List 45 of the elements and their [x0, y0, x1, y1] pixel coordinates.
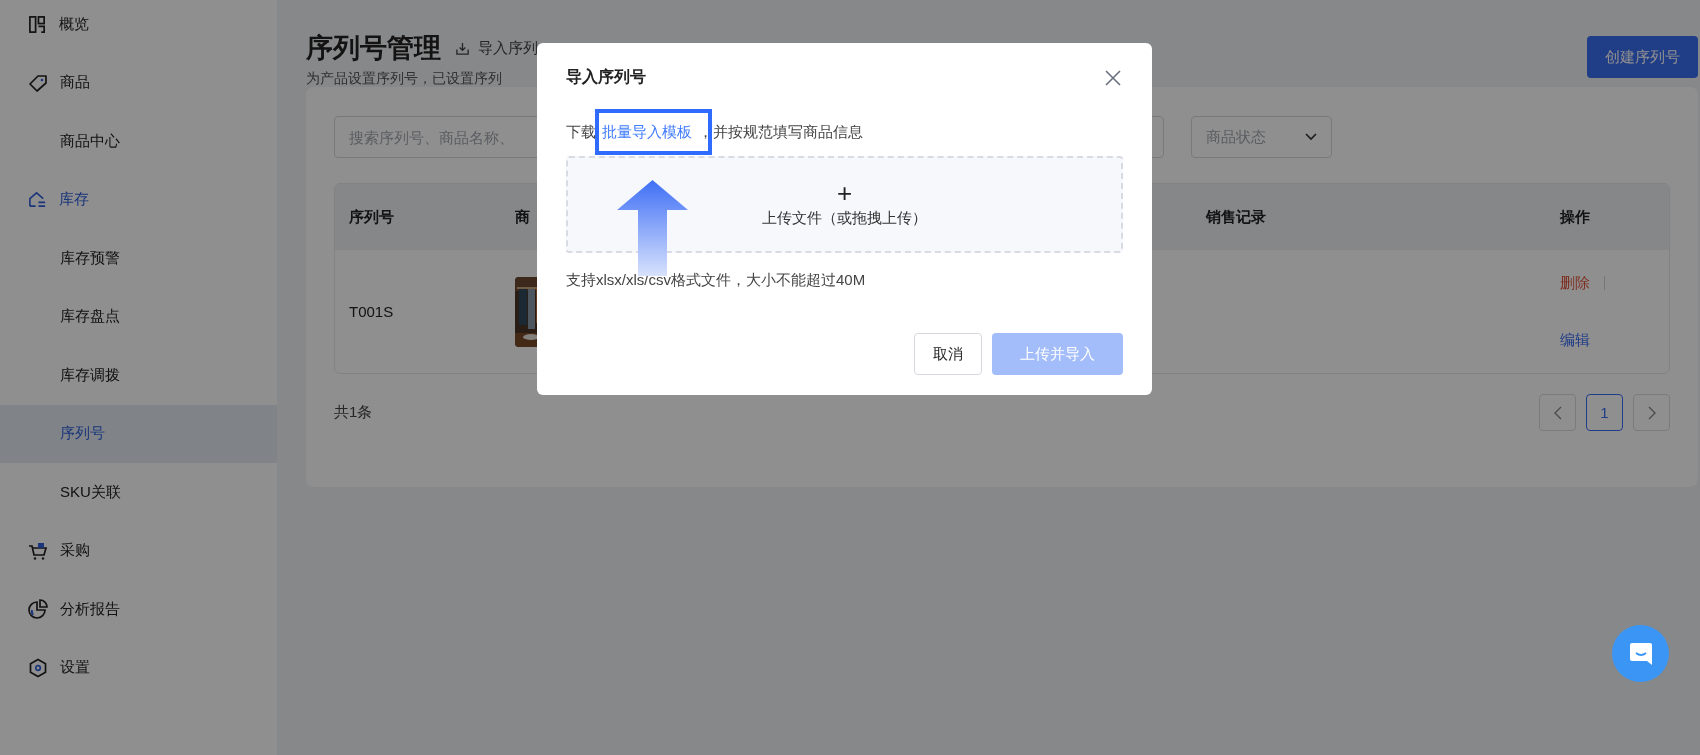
- sidebar-item[interactable]: 概览: [59, 14, 89, 34]
- dashboard-icon: [28, 14, 47, 34]
- settings-icon: [28, 657, 48, 678]
- page-button[interactable]: 1: [1586, 394, 1623, 431]
- home-icon: [28, 190, 47, 210]
- pie-chart-icon: [28, 599, 48, 620]
- sidebar-subitem[interactable]: 库存预警: [60, 248, 120, 268]
- close-button[interactable]: [1103, 67, 1123, 88]
- column-header: 销售记录: [1206, 207, 1266, 227]
- template-link[interactable]: 批量导入模板: [602, 123, 692, 140]
- sidebar-item[interactable]: 库存: [59, 190, 89, 210]
- column-header: 操作: [1560, 207, 1590, 227]
- sidebar-subitem[interactable]: SKU关联: [60, 482, 121, 502]
- upload-dropzone[interactable]: + 上传文件（或拖拽上传）: [566, 156, 1123, 253]
- page-title: 序列号管理: [306, 32, 441, 65]
- chat-icon: [1627, 640, 1654, 667]
- file-format-hint: 支持xlsx/xls/csv格式文件，大小不能超过40M: [566, 271, 867, 290]
- upload-label: 上传文件（或拖拽上传）: [762, 209, 927, 228]
- total-count: 共1条: [334, 403, 373, 422]
- chevron-down-icon: [1305, 133, 1317, 141]
- sidebar-subitem[interactable]: 序列号: [60, 424, 105, 444]
- dialog-title: 导入序列号: [566, 67, 646, 87]
- close-icon: [1105, 69, 1121, 86]
- sidebar-item[interactable]: 分析报告: [60, 599, 120, 619]
- sidebar-item[interactable]: 商品: [60, 73, 90, 93]
- table-cell: T001S: [349, 303, 394, 320]
- sidebar-subitem[interactable]: 库存调拨: [60, 365, 120, 385]
- sidebar-item[interactable]: 设置: [60, 658, 90, 678]
- chevron-left-icon: [1553, 405, 1562, 420]
- edit-link[interactable]: 编辑: [1560, 330, 1590, 350]
- create-button[interactable]: 创建序列号: [1587, 36, 1698, 78]
- plus-icon: +: [836, 181, 853, 205]
- tag-icon: [28, 72, 48, 93]
- download-icon: [455, 40, 470, 56]
- column-header: 商: [515, 207, 530, 227]
- sidebar-subitem[interactable]: 商品中心: [60, 131, 120, 151]
- sidebar-subitem[interactable]: 库存盘点: [60, 307, 120, 327]
- cart-icon: [28, 540, 48, 561]
- sidebar-item[interactable]: 采购: [60, 541, 90, 561]
- chevron-right-icon: [1647, 405, 1656, 420]
- page-subtitle: 为产品设置序列号，已设置序列: [306, 70, 503, 88]
- download-instruction: 下载 批量导入模板 ，并按规范填写商品信息: [566, 122, 1123, 142]
- cancel-button[interactable]: 取消: [914, 333, 982, 375]
- column-header: 序列号: [349, 207, 394, 227]
- import-button[interactable]: 导入序列: [455, 38, 538, 58]
